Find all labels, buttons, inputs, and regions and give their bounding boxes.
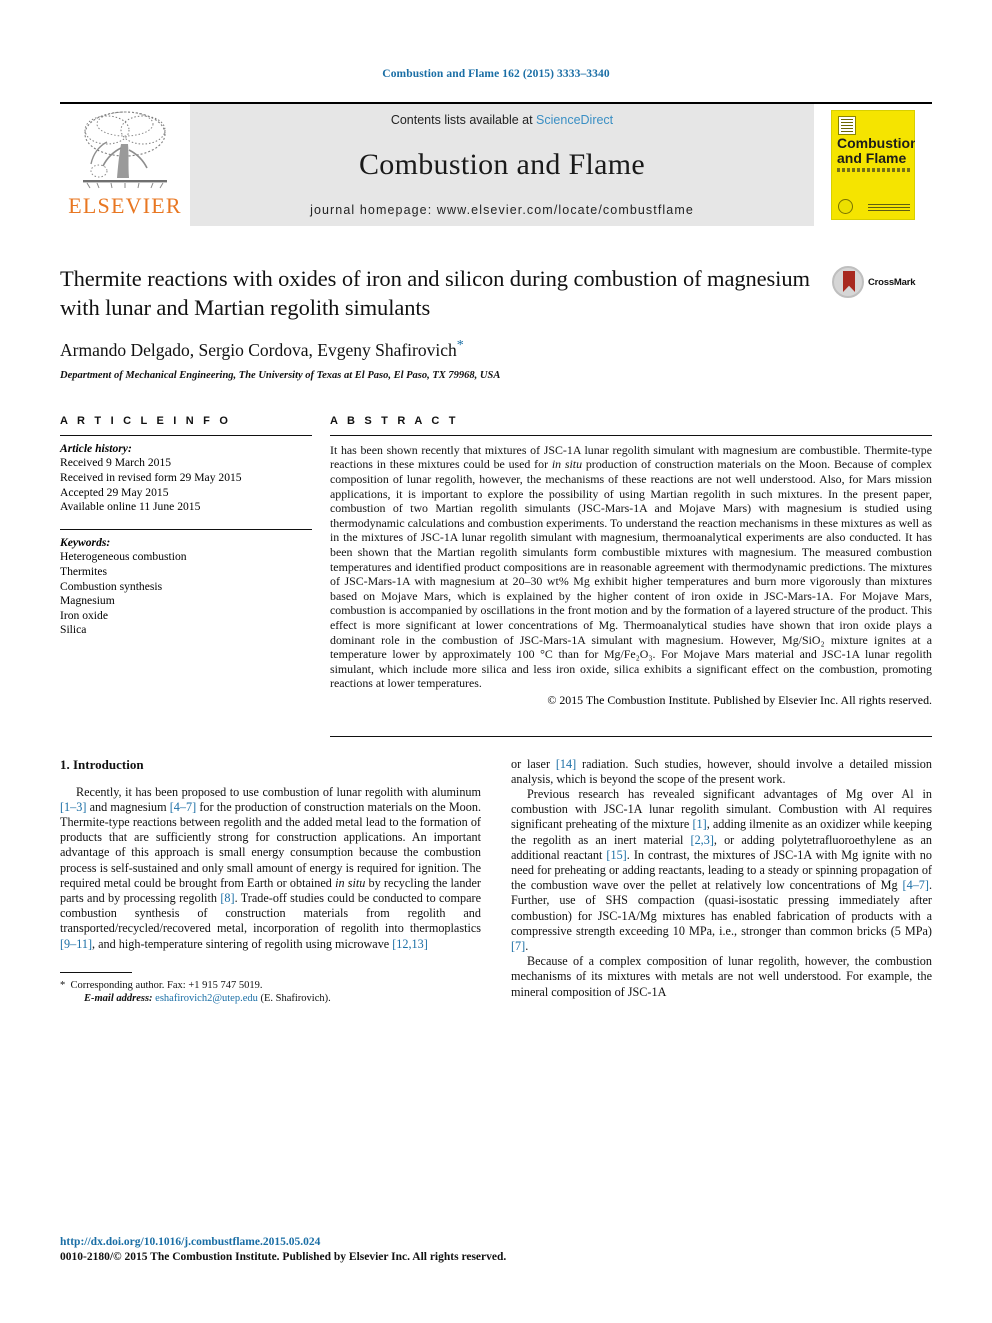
elsevier-wordmark: ELSEVIER: [68, 193, 182, 218]
journal-homepage-link[interactable]: journal homepage: www.elsevier.com/locat…: [310, 203, 694, 217]
intro-paragraph-right-2: Previous research has revealed significa…: [511, 787, 932, 954]
intro-paragraph-right-1: or laser [14] radiation. Such studies, h…: [511, 757, 932, 787]
contents-prefix: Contents lists available at: [390, 113, 537, 127]
journal-cover-thumbnail: Combustion and Flame: [814, 104, 932, 226]
info-abstract-section: A R T I C L E I N F O Article history: R…: [60, 415, 932, 737]
citation-ref[interactable]: [8]: [220, 891, 234, 905]
corresponding-author-footnote: * Corresponding author. Fax: +1 915 747 …: [60, 971, 481, 1006]
title-block: Thermite reactions with oxides of iron a…: [60, 264, 932, 381]
contents-available-line: Contents lists available at ScienceDirec…: [391, 113, 613, 127]
article-history-group: Article history: Received 9 March 2015 R…: [60, 436, 312, 515]
citation-ref[interactable]: [12,13]: [392, 937, 428, 951]
keywords-label: Keywords:: [60, 535, 111, 549]
intro-text-f: , and high-temperature sintering of rego…: [92, 936, 393, 951]
issn-copyright-line: 0010-2180/© 2015 The Combustion Institut…: [60, 1251, 507, 1263]
journal-masthead: ELSEVIER Contents lists available at Sci…: [60, 102, 932, 226]
citation-ref[interactable]: [1]: [692, 817, 706, 831]
footnote-corresponding-line: * Corresponding author. Fax: +1 915 747 …: [60, 979, 481, 993]
abstract-insitu-italic: in situ: [551, 457, 583, 472]
intro-text-b: and magnesium: [86, 799, 170, 814]
history-item: Accepted 29 May 2015: [60, 485, 169, 499]
article-info-heading: A R T I C L E I N F O: [60, 414, 232, 427]
footnote-corresponding-text: Corresponding author. Fax: +1 915 747 50…: [70, 979, 263, 991]
elsevier-logo: ELSEVIER: [60, 104, 190, 226]
article-first-page: Combustion and Flame 162 (2015) 3333–334…: [0, 0, 992, 1323]
abstract-copyright: © 2015 The Combustion Institute. Publish…: [547, 692, 932, 707]
cover-title-line2: and Flame: [837, 150, 907, 166]
keyword-item: Combustion synthesis: [60, 579, 163, 593]
cover-footer-bar: [868, 204, 910, 213]
author-list: Armando Delgado, Sergio Cordova, Evgeny …: [60, 338, 818, 361]
crossmark-badge[interactable]: CrossMark: [832, 264, 932, 298]
cover-seal-icon: [838, 199, 853, 214]
footnote-marker: *: [60, 979, 66, 991]
abstract-part-2: production of construction materials on …: [330, 457, 932, 691]
citation-ref[interactable]: [2,3]: [691, 833, 714, 847]
crossmark-label: CrossMark: [868, 276, 916, 288]
keyword-item: Heterogeneous combustion: [60, 550, 187, 564]
keyword-item: Silica: [60, 623, 87, 637]
citation-ref[interactable]: [1–3]: [60, 800, 86, 814]
abstract-text: It has been shown recently that mixtures…: [330, 436, 932, 691]
crossmark-icon: [832, 266, 864, 298]
left-column: 1. Introduction Recently, it has been pr…: [60, 757, 481, 1006]
title-column: Thermite reactions with oxides of iron a…: [60, 264, 832, 381]
keyword-item: Magnesium: [60, 594, 115, 608]
page-title: Thermite reactions with oxides of iron a…: [60, 266, 810, 320]
doi-link[interactable]: http://dx.doi.org/10.1016/j.combustflame…: [60, 1235, 506, 1250]
keyword-item: Iron oxide: [60, 608, 108, 622]
citation-ref[interactable]: [4–7]: [170, 800, 196, 814]
masthead-banner: Contents lists available at ScienceDirec…: [190, 104, 814, 226]
intro-insitu-italic: in situ: [335, 875, 366, 890]
journal-cover-image: Combustion and Flame: [831, 110, 915, 220]
section-heading-introduction: 1. Introduction: [60, 756, 144, 772]
intro-paragraph-left: Recently, it has been proposed to use co…: [60, 785, 481, 952]
history-item: Received 9 March 2015: [60, 456, 172, 470]
cover-title-line1: Combustion: [837, 135, 915, 151]
abstract-column: A B S T R A C T It has been shown recent…: [330, 415, 932, 737]
cover-title: Combustion and Flame: [837, 136, 915, 166]
history-item: Available online 11 June 2015: [60, 500, 201, 514]
citation-ref[interactable]: [7]: [511, 939, 525, 953]
footnote-email-label: E-mail address:: [84, 993, 153, 1005]
intro-paragraph-right-3: Because of a complex composition of luna…: [511, 954, 932, 999]
citation-ref[interactable]: [14]: [556, 757, 576, 771]
intro-text-a: Recently, it has been proposed to use co…: [76, 784, 481, 799]
running-head: Combustion and Flame 162 (2015) 3333–334…: [382, 68, 610, 80]
page-footer: http://dx.doi.org/10.1016/j.combustflame…: [60, 1235, 506, 1265]
article-info-column: A R T I C L E I N F O Article history: R…: [60, 415, 312, 737]
author-names: Armando Delgado, Sergio Cordova, Evgeny …: [60, 339, 457, 360]
abstract-bottom-rule: [330, 735, 932, 737]
history-item: Received in revised form 29 May 2015: [60, 471, 242, 485]
journal-title: Combustion and Flame: [359, 148, 645, 181]
cover-publisher-icon: [838, 116, 856, 135]
affiliation: Department of Mechanical Engineering, Th…: [60, 369, 501, 381]
corresponding-author-marker: *: [456, 338, 464, 353]
keywords-group: Keywords: Heterogeneous combustion Therm…: [60, 528, 312, 638]
keyword-item: Thermites: [60, 564, 108, 578]
right-text-h: .: [525, 938, 529, 953]
footnote-email-suffix: (E. Shafirovich).: [257, 993, 331, 1005]
cover-subtitle-bar: [837, 168, 910, 172]
footnote-email-link[interactable]: eshafirovich2@utep.edu: [155, 993, 258, 1004]
citation-ref[interactable]: [4–7]: [903, 878, 929, 892]
citation-ref[interactable]: [9–11]: [60, 937, 92, 951]
abstract-heading: A B S T R A C T: [330, 414, 459, 427]
citation-ref[interactable]: [15]: [606, 848, 626, 862]
elsevier-tree-icon: [83, 111, 167, 189]
article-history-label: Article history:: [60, 441, 132, 455]
body-columns: 1. Introduction Recently, it has been pr…: [60, 757, 932, 1006]
right-column: or laser [14] radiation. Such studies, h…: [511, 757, 932, 1006]
footnote-email-line: E-mail address: eshafirovich2@utep.edu (…: [60, 992, 481, 1006]
right-text-a: or laser: [511, 756, 556, 771]
sciencedirect-link[interactable]: ScienceDirect: [536, 113, 613, 127]
